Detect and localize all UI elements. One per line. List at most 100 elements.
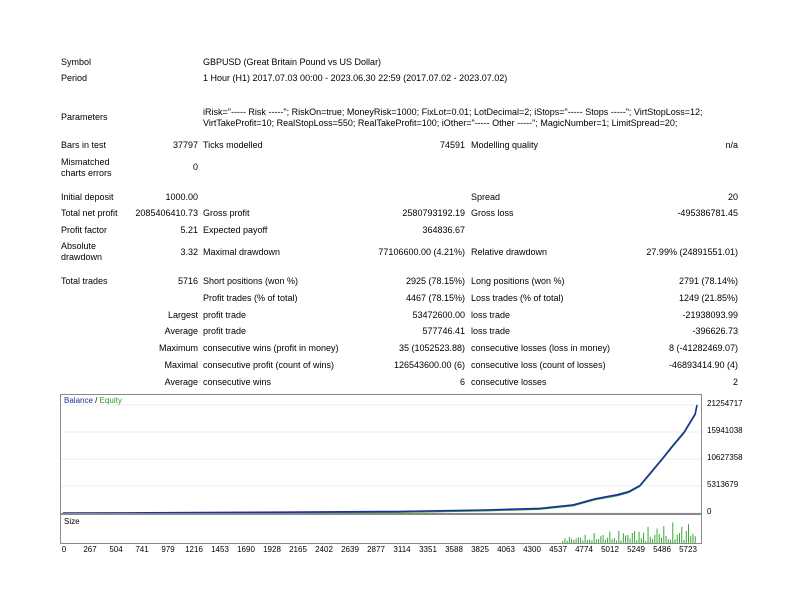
avg-cons-wins-label: consecutive wins (203, 377, 272, 387)
maximal-label: Maximal (164, 360, 198, 370)
x-tick-label: 1216 (185, 545, 203, 554)
size-bar (634, 531, 636, 543)
x-tick-label: 4063 (497, 545, 515, 554)
relative-dd-value: 27.99% (24891551.01) (646, 247, 738, 257)
size-bar (625, 535, 627, 543)
size-bar (640, 538, 642, 543)
loss-trades-value: 1249 (21.85%) (678, 293, 738, 303)
x-tick-label: 2639 (341, 545, 359, 554)
size-bar (647, 526, 649, 543)
x-tick-label: 3351 (419, 545, 437, 554)
legend-separator: / (92, 396, 100, 405)
total-trades-value: 5716 (177, 276, 198, 286)
size-bar (611, 539, 613, 543)
size-bar (564, 538, 566, 543)
size-bar (602, 534, 604, 543)
expected-payoff-label: Expected payoff (203, 225, 268, 235)
size-bar (622, 533, 624, 543)
max-cons-losses-label: consecutive losses (loss in money) (471, 343, 611, 353)
size-bar (665, 535, 667, 543)
size-bar (591, 540, 593, 543)
x-tick-label: 5249 (627, 545, 645, 554)
average-loss-label: loss trade (471, 326, 511, 336)
size-bar (683, 539, 685, 543)
size-bar (636, 540, 638, 543)
average-profit-label: profit trade (203, 326, 247, 336)
largest-loss-label: loss trade (471, 310, 511, 320)
net-profit-label: Total net profit (61, 208, 118, 218)
x-tick-label: 1690 (237, 545, 255, 554)
maximal-dd-value: 77106600.00 (4.21%) (378, 247, 465, 257)
absolute-dd-label-1: Absolute (61, 241, 97, 251)
y-tick-label: 5313679 (707, 480, 739, 489)
profit-factor-label: Profit factor (61, 225, 108, 235)
loss-trades-label: Loss trades (% of total) (471, 293, 564, 303)
size-bar (690, 535, 692, 543)
bars-label: Bars in test (61, 140, 107, 150)
size-bar (566, 540, 568, 543)
initial-deposit-label: Initial deposit (61, 192, 114, 202)
symbol-value: GBPUSD (Great Britain Pound vs US Dollar… (203, 57, 382, 67)
size-bar (656, 528, 658, 543)
x-tick-label: 3825 (471, 545, 489, 554)
gross-profit-label: Gross profit (203, 208, 250, 218)
size-bar (654, 534, 656, 543)
quality-value: n/a (725, 140, 738, 150)
x-tick-label: 504 (109, 545, 123, 554)
size-chart-label: Size (64, 517, 80, 526)
size-chart-canvas (562, 522, 696, 543)
max-cons-wins-value: 35 (1052523.88) (398, 343, 465, 353)
size-bar (607, 537, 609, 543)
x-tick-label: 2402 (315, 545, 333, 554)
legend-equity: Equity (99, 396, 122, 405)
x-tick-label: 5486 (653, 545, 671, 554)
average-loss-value: -396626.73 (692, 326, 738, 336)
balance-equity-chart (60, 394, 702, 514)
size-bar (593, 533, 595, 543)
parameters-line-1: iRisk="----- Risk -----"; RiskOn=true; M… (203, 107, 703, 117)
x-tick-label: 1928 (263, 545, 281, 554)
size-bar (663, 526, 665, 543)
long-value: 2791 (78.14%) (678, 276, 738, 286)
x-tick-label: 5723 (679, 545, 697, 554)
size-bar (582, 540, 584, 543)
size-bar (613, 538, 615, 543)
maximum-label: Maximum (158, 343, 198, 353)
x-tick-label: 267 (83, 545, 97, 554)
legend-balance: Balance (64, 396, 93, 405)
gross-loss-label: Gross loss (471, 208, 514, 218)
size-bar (584, 534, 586, 543)
size-bar (679, 533, 681, 543)
bars-value: 37797 (172, 140, 198, 150)
x-tick-label: 1453 (211, 545, 229, 554)
x-tick-label: 4537 (549, 545, 567, 554)
size-bar (674, 539, 676, 543)
size-bar (627, 535, 629, 543)
size-bar (645, 540, 647, 543)
size-bar (667, 539, 669, 543)
size-bar (595, 539, 597, 543)
size-bar (571, 538, 573, 543)
size-bar (649, 536, 651, 543)
absolute-dd-value: 3.32 (180, 247, 198, 257)
x-tick-label: 2165 (289, 545, 307, 554)
parameters-line-2: VirtTakeProfit=10; RealStopLoss=550; Rea… (203, 118, 678, 128)
y-tick-label: 10627358 (707, 453, 743, 462)
size-bar (562, 541, 564, 543)
average2-label: Average (164, 377, 198, 387)
size-bar (620, 540, 622, 543)
size-chart: Size (60, 514, 702, 544)
x-tick-label: 0 (61, 545, 67, 554)
size-bar (631, 532, 633, 543)
balance-chart-canvas (61, 404, 701, 513)
size-bar (580, 537, 582, 543)
ticks-value: 74591 (439, 140, 465, 150)
short-label: Short positions (won %) (203, 276, 299, 286)
maximal-cons-profit-value: 126543600.00 (6) (393, 360, 465, 370)
short-value: 2925 (78.15%) (405, 276, 465, 286)
x-tick-label: 979 (161, 545, 175, 554)
spread-value: 20 (727, 192, 738, 202)
size-bar (694, 536, 696, 543)
parameters-label: Parameters (61, 112, 108, 122)
x-tick-label: 2877 (367, 545, 385, 554)
